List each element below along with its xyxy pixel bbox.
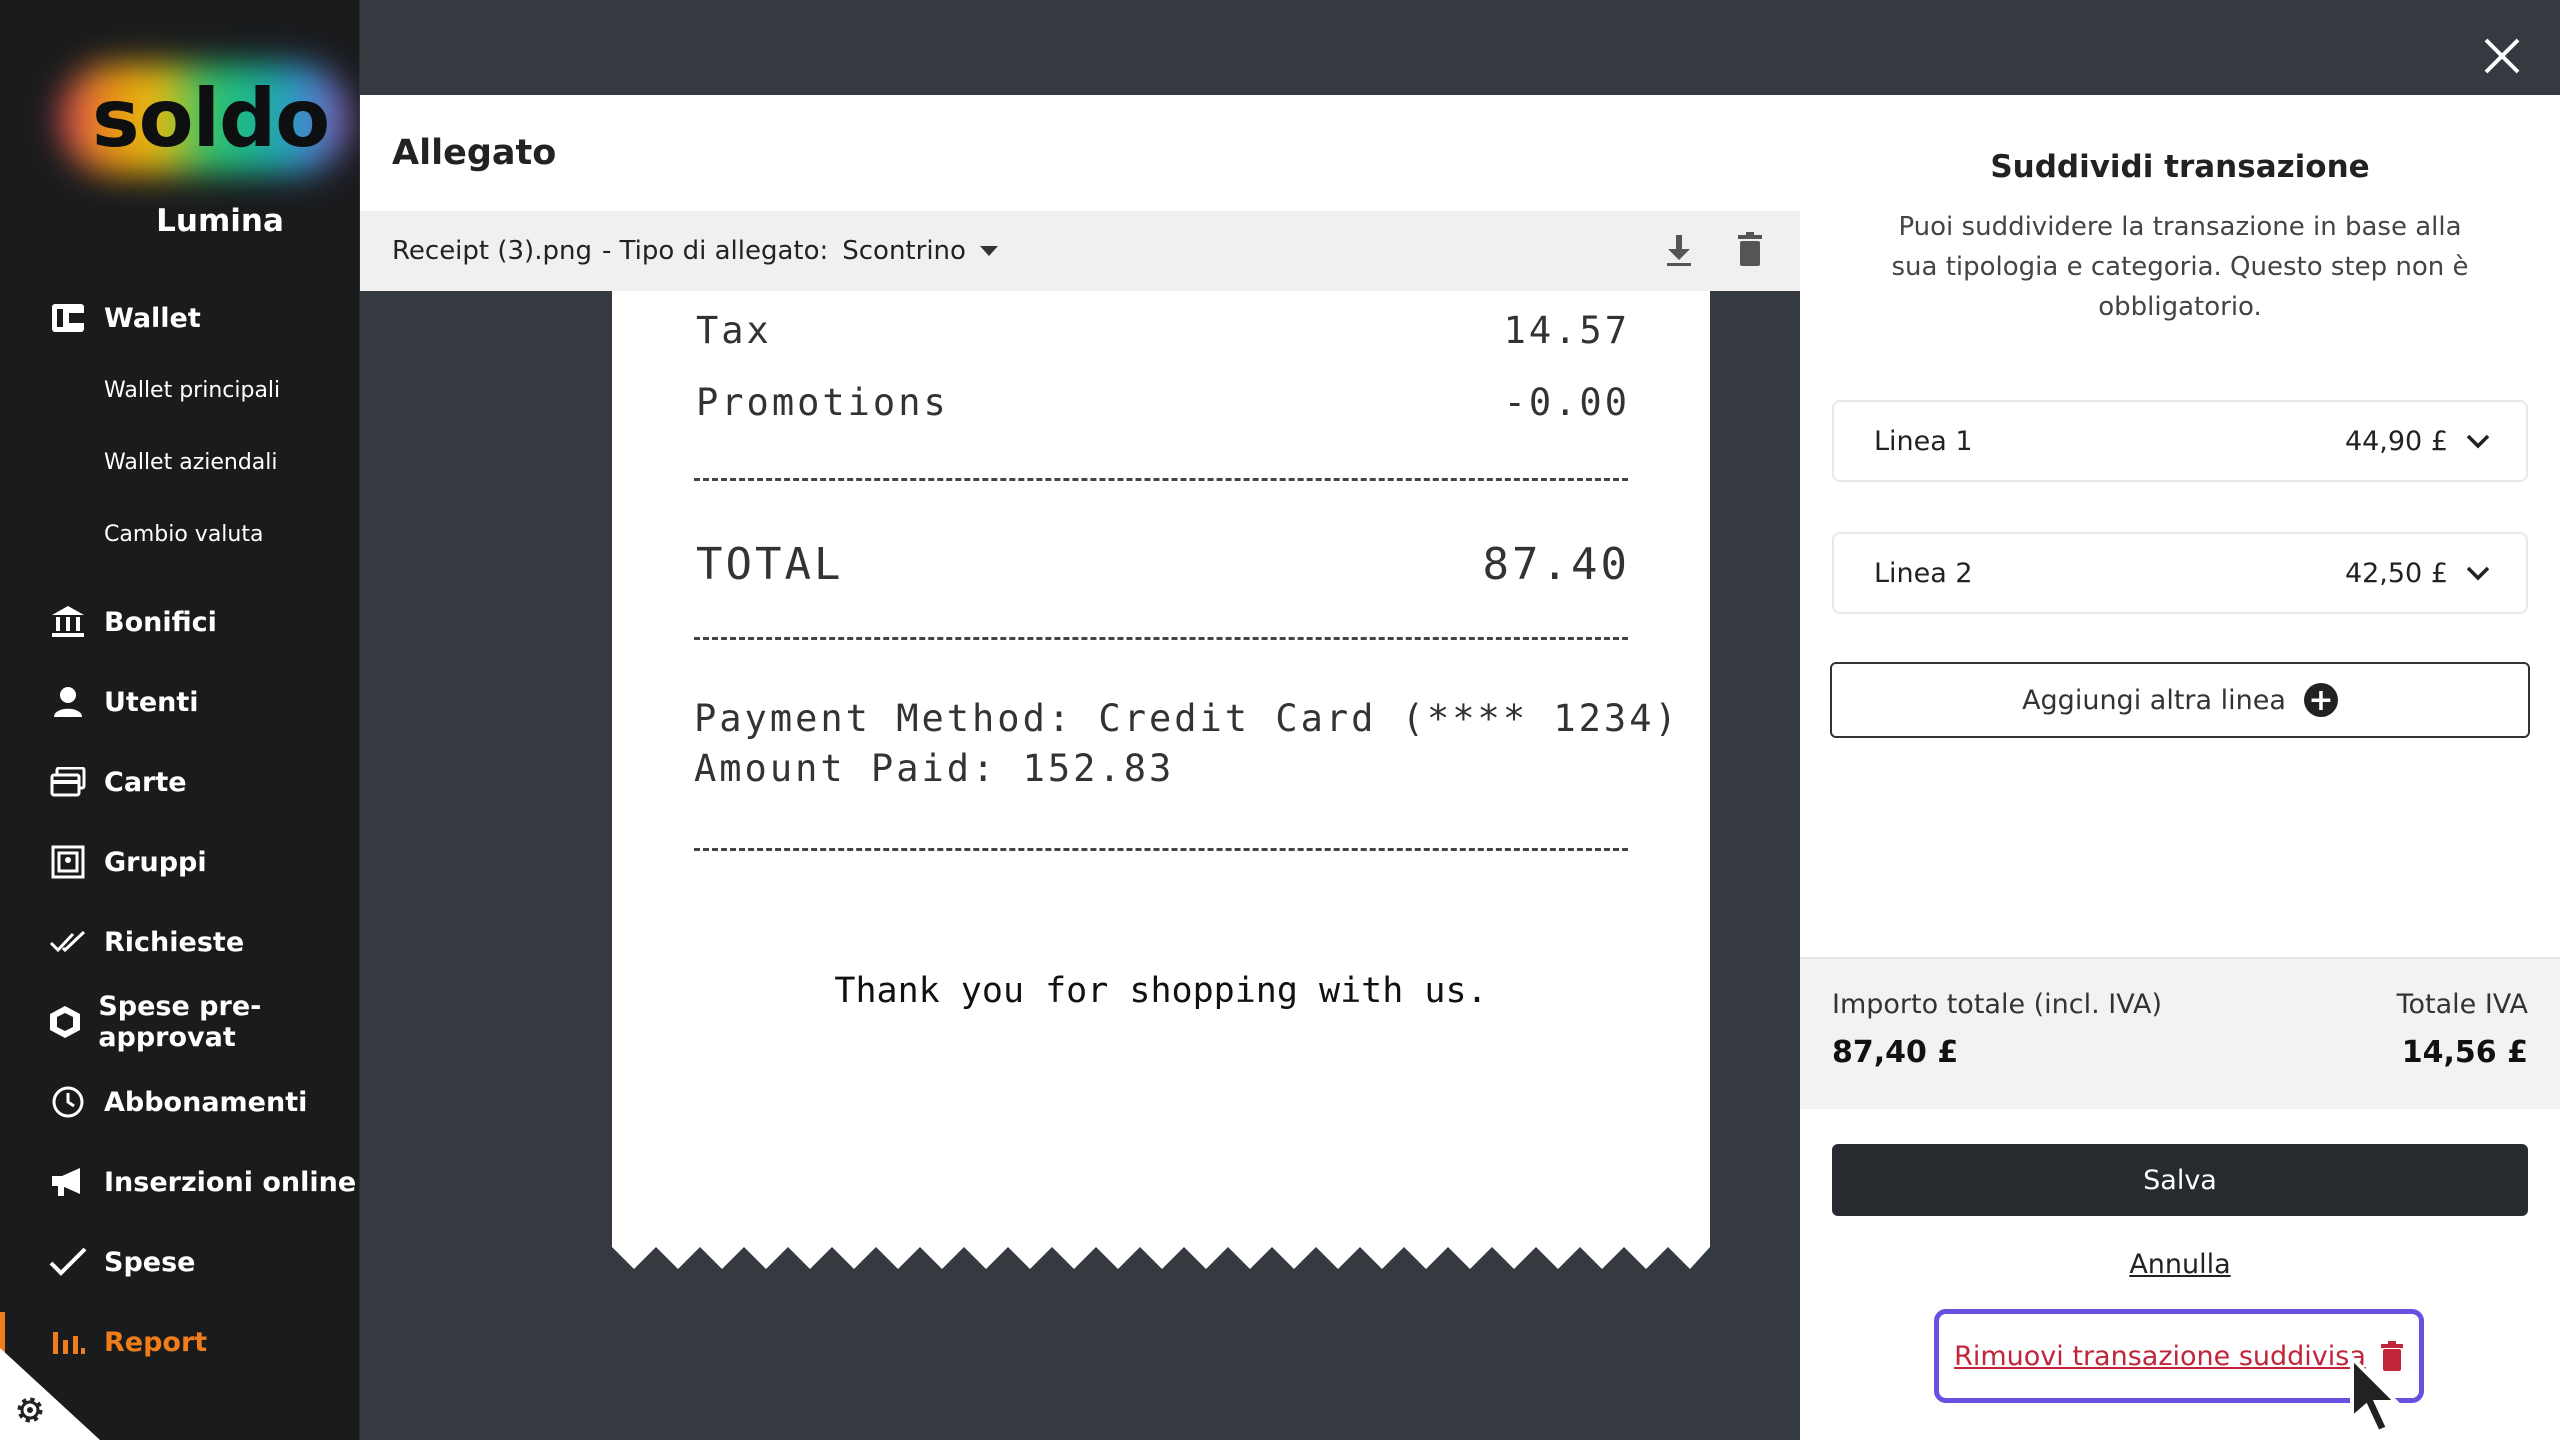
sidebar-subitem-wallet-aziendali[interactable]: Wallet aziendali <box>104 450 278 475</box>
bank-transfer-icon <box>46 600 90 644</box>
sidebar-item-label: Report <box>104 1326 208 1358</box>
attachment-panel: Allegato Receipt (3).png - Tipo di alleg… <box>360 95 1800 1440</box>
sidebar-item-richieste[interactable]: Richieste <box>0 914 360 970</box>
sidebar: soldo Lumina Wallet Wallet principali Wa… <box>0 0 360 1440</box>
download-icon[interactable] <box>1664 233 1694 267</box>
split-title: Suddividi transazione <box>1990 149 2370 185</box>
wallet-icon <box>46 296 90 340</box>
attachment-type-select[interactable]: Scontrino <box>842 236 998 266</box>
split-transaction-panel: Suddividi transazione Puoi suddividere l… <box>1800 95 2560 1440</box>
receipt-promotions-value: -0.00 <box>1503 381 1630 424</box>
sidebar-item-abbonamenti[interactable]: Abbonamenti <box>0 1074 360 1130</box>
split-line-2[interactable]: Linea 2 42,50 £ <box>1832 532 2528 614</box>
chevron-down-icon[interactable] <box>2466 565 2490 581</box>
sidebar-item-utenti[interactable]: Utenti <box>0 674 360 730</box>
close-icon[interactable] <box>2480 34 2524 78</box>
receipt-thanks: Thank you for shopping with us. <box>834 971 1488 1011</box>
trash-icon[interactable] <box>1736 231 1764 267</box>
split-line-label: Linea 2 <box>1874 557 1973 589</box>
check-icon <box>46 1240 90 1284</box>
sidebar-item-label: Spese pre-approvat <box>98 991 262 1053</box>
logo-text: soldo <box>92 72 330 165</box>
chevron-down-icon <box>979 246 998 256</box>
sidebar-item-label: Inserzioni online <box>104 1166 357 1198</box>
chevron-down-icon[interactable] <box>2466 433 2490 449</box>
split-line-label: Linea 1 <box>1874 425 1973 457</box>
total-amount-label: Importo totale (incl. IVA) <box>1832 989 2163 1020</box>
sidebar-subitem-wallet-principali[interactable]: Wallet principali <box>104 378 280 403</box>
attachment-type-value: Scontrino <box>842 236 966 266</box>
receipt-divider <box>694 478 1628 481</box>
double-check-icon <box>46 920 90 964</box>
sidebar-item-label: Spese <box>104 1246 196 1278</box>
attachment-title: Allegato <box>392 133 557 173</box>
attachment-type-label: - Tipo di allegato: <box>601 236 829 266</box>
plus-circle-icon: + <box>2303 683 2338 718</box>
receipt-torn-edge <box>612 1245 1710 1269</box>
split-line-amount: 44,90 £ <box>2344 425 2448 457</box>
mouse-cursor-icon <box>2350 1356 2401 1435</box>
cancel-link[interactable]: Annulla <box>1800 1249 2560 1280</box>
clock-icon <box>46 1080 90 1124</box>
receipt-total-value: 87.40 <box>1482 539 1630 590</box>
split-description: Puoi suddividere la transazione in base … <box>1891 212 2469 322</box>
receipt-amount-paid: Amount Paid: 152.83 <box>694 747 1175 790</box>
sidebar-item-inserzioni-online[interactable]: Inserzioni online <box>0 1154 360 1210</box>
soldo-logo: soldo <box>60 64 360 174</box>
cards-icon <box>46 760 90 804</box>
sidebar-item-gruppi[interactable]: Gruppi <box>0 834 360 890</box>
sidebar-item-spese-pre-approvate[interactable]: Spese pre-approvat <box>0 991 360 1053</box>
receipt-divider <box>694 637 1628 640</box>
split-line-amount: 42,50 £ <box>2344 557 2448 589</box>
hexagon-icon <box>46 1000 84 1044</box>
total-amount-value: 87,40 £ <box>1832 1035 1959 1070</box>
receipt-total-label: TOTAL <box>696 539 844 590</box>
sidebar-item-spese[interactable]: Spese <box>0 1234 360 1290</box>
gear-icon <box>17 1397 43 1423</box>
sidebar-item-label: Gruppi <box>104 846 207 878</box>
user-icon <box>46 680 90 724</box>
sidebar-item-label: Abbonamenti <box>104 1086 308 1118</box>
totals-section: Importo totale (incl. IVA) 87,40 £ Total… <box>1800 957 2560 1109</box>
megaphone-icon <box>46 1160 90 1204</box>
receipt-payment-method: Payment Method: Credit Card (**** 1234) <box>694 697 1680 740</box>
total-vat-value: 14,56 £ <box>2401 1035 2528 1070</box>
modal-overlay <box>360 0 2560 95</box>
receipt-promotions-row: Promotions -0.00 <box>696 381 1630 424</box>
settings-corner[interactable] <box>0 1348 100 1440</box>
attachment-header: Allegato <box>360 95 1800 211</box>
split-line-1[interactable]: Linea 1 44,90 £ <box>1832 400 2528 482</box>
receipt-promotions-label: Promotions <box>696 381 949 424</box>
sidebar-item-carte[interactable]: Carte <box>0 754 360 810</box>
sidebar-item-label: Bonifici <box>104 606 217 638</box>
attachment-file-name: Receipt (3).png <box>392 236 592 266</box>
sidebar-subitem-cambio-valuta[interactable]: Cambio valuta <box>104 522 263 547</box>
sidebar-item-wallet[interactable]: Wallet <box>0 290 360 346</box>
add-line-label: Aggiungi altra linea <box>2022 684 2286 716</box>
sidebar-item-bonifici[interactable]: Bonifici <box>0 594 360 650</box>
receipt-image: Tax 14.57 Promotions -0.00 TOTAL 87.40 P… <box>612 291 1710 1269</box>
add-line-button[interactable]: Aggiungi altra linea + <box>1830 662 2530 738</box>
save-button[interactable]: Salva <box>1832 1144 2528 1216</box>
attachment-toolbar: Receipt (3).png - Tipo di allegato: Scon… <box>360 211 1800 291</box>
sidebar-item-label: Richieste <box>104 926 245 958</box>
receipt-total-row: TOTAL 87.40 <box>696 539 1630 590</box>
groups-icon <box>46 840 90 884</box>
receipt-tax-row: Tax 14.57 <box>696 309 1630 352</box>
receipt-divider <box>694 848 1628 851</box>
receipt-tax-label: Tax <box>696 309 772 352</box>
sidebar-item-label: Carte <box>104 766 187 798</box>
sidebar-item-label: Utenti <box>104 686 199 718</box>
remove-split-link[interactable]: Rimuovi transazione suddivisa <box>1954 1341 2366 1372</box>
total-vat-label: Totale IVA <box>2396 989 2528 1020</box>
receipt-tax-value: 14.57 <box>1503 309 1630 352</box>
sidebar-item-label: Wallet <box>104 302 201 334</box>
